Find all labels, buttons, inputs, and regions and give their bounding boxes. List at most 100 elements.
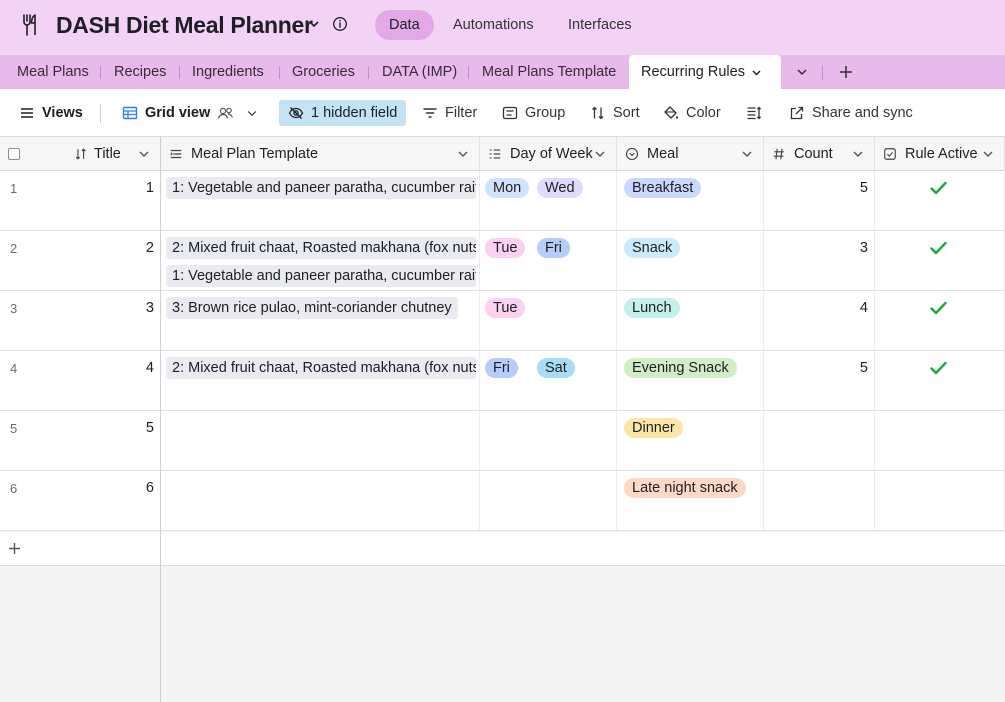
- toolbar-divider: [100, 104, 101, 123]
- cell-count[interactable]: 3: [764, 231, 875, 291]
- group-button[interactable]: Group: [502, 100, 565, 126]
- cell-day-of-week[interactable]: Tue Fri: [480, 231, 617, 291]
- cell-count[interactable]: 5: [764, 351, 875, 411]
- header-meal-plan-template[interactable]: Meal Plan Template: [161, 137, 480, 171]
- color-button[interactable]: Color: [663, 100, 721, 126]
- checkmark-icon[interactable]: [930, 301, 947, 315]
- checkmark-icon[interactable]: [930, 181, 947, 195]
- select-all-checkbox[interactable]: [8, 148, 20, 160]
- grid-view-button[interactable]: Grid view: [122, 100, 258, 126]
- cell-day-of-week[interactable]: [480, 471, 617, 531]
- cell-rule-active[interactable]: [875, 171, 1005, 231]
- filter-button[interactable]: Filter: [422, 100, 477, 126]
- sort-button[interactable]: Sort: [590, 100, 640, 126]
- cell-day-of-week[interactable]: [480, 411, 617, 471]
- cell-count[interactable]: 4: [764, 291, 875, 351]
- add-record-row[interactable]: [0, 532, 1005, 566]
- chevron-down-icon[interactable]: [246, 105, 258, 121]
- linked-record-chip[interactable]: 2: Mixed fruit chaat, Roasted makhana (f…: [166, 237, 476, 259]
- table-row[interactable]: 3 3 3: Brown rice pulao, mint-coriander ch…: [0, 291, 1005, 351]
- cell-meal-plan-template[interactable]: [161, 471, 480, 531]
- tab-data-imp[interactable]: DATA (IMP): [372, 55, 467, 89]
- linked-record-chip[interactable]: 1: Vegetable and paneer paratha, cucumbe…: [166, 177, 476, 199]
- header-meal[interactable]: Meal: [617, 137, 764, 171]
- table-row[interactable]: 1 1 1: Vegetable and paneer paratha, cucum…: [0, 171, 1005, 231]
- external-link-icon: [790, 106, 804, 120]
- chevron-down-icon[interactable]: [457, 148, 469, 160]
- table-row[interactable]: 5 5 Dinner: [0, 411, 1005, 471]
- tab-ingredients[interactable]: Ingredients: [182, 55, 274, 89]
- cell-meal[interactable]: Dinner: [617, 411, 764, 471]
- checkmark-icon[interactable]: [930, 361, 947, 375]
- cell-day-of-week[interactable]: Fri Sat: [480, 351, 617, 411]
- cell-meal-plan-template[interactable]: [161, 411, 480, 471]
- nav-data[interactable]: Data: [375, 10, 434, 40]
- cell-meal-plan-template[interactable]: 2: Mixed fruit chaat, Roasted makhana (f…: [161, 231, 480, 291]
- chevron-down-icon[interactable]: [852, 148, 864, 160]
- chevron-down-icon[interactable]: [751, 67, 762, 78]
- nav-automations[interactable]: Automations: [439, 10, 548, 40]
- plus-icon[interactable]: [8, 542, 21, 555]
- cell-rule-active[interactable]: [875, 291, 1005, 351]
- cell-day-of-week[interactable]: Tue: [480, 291, 617, 351]
- cell-title[interactable]: 44: [0, 351, 161, 411]
- tab-recipes[interactable]: Recipes: [104, 55, 176, 89]
- chevron-down-icon[interactable]: [138, 148, 150, 160]
- chevron-down-icon[interactable]: [594, 148, 606, 160]
- views-button[interactable]: Views: [19, 100, 83, 126]
- cell-count[interactable]: [764, 471, 875, 531]
- table-row[interactable]: 6 6 Late night snack: [0, 471, 1005, 531]
- cell-title[interactable]: 22: [0, 231, 161, 291]
- linked-record-chip[interactable]: 1: Vegetable and paneer paratha, cucumbe…: [166, 265, 476, 287]
- cell-title[interactable]: 66: [0, 471, 161, 531]
- filter-label: Filter: [445, 105, 478, 121]
- plus-icon[interactable]: [838, 64, 854, 80]
- checkmark-icon[interactable]: [930, 241, 947, 255]
- nav-interfaces[interactable]: Interfaces: [554, 10, 646, 40]
- cell-rule-active[interactable]: [875, 411, 1005, 471]
- cell-meal-plan-template[interactable]: 1: Vegetable and paneer paratha, cucumbe…: [161, 171, 480, 231]
- tab-recurring-rules[interactable]: Recurring Rules: [629, 55, 781, 89]
- linked-record-chip[interactable]: 2: Mixed fruit chaat, Roasted makhana (f…: [166, 357, 476, 379]
- day-pill: Sat: [537, 358, 575, 378]
- cell-meal-plan-template[interactable]: 3: Brown rice pulao, mint-coriander chut…: [161, 291, 480, 351]
- table-row[interactable]: 4 4 2: Mixed fruit chaat, Roasted makhana …: [0, 351, 1005, 411]
- cell-meal[interactable]: Snack: [617, 231, 764, 291]
- cell-title[interactable]: 55: [0, 411, 161, 471]
- share-sync-button[interactable]: Share and sync: [789, 100, 913, 126]
- cell-title[interactable]: 11: [0, 171, 161, 231]
- tab-meal-plans-template[interactable]: Meal Plans Template: [472, 55, 626, 89]
- base-title[interactable]: DASH Diet Meal Planner: [56, 12, 313, 39]
- cell-rule-active[interactable]: [875, 351, 1005, 411]
- chevron-down-icon[interactable]: [741, 148, 753, 160]
- cell-meal[interactable]: Lunch: [617, 291, 764, 351]
- cell-meal[interactable]: Late night snack: [617, 471, 764, 531]
- header-day-of-week[interactable]: Day of Week: [480, 137, 617, 171]
- title-value: 6: [145, 480, 154, 496]
- chevron-down-icon[interactable]: [795, 65, 809, 79]
- tab-meal-plans[interactable]: Meal Plans: [7, 55, 99, 89]
- cell-meal-plan-template[interactable]: 2: Mixed fruit chaat, Roasted makhana (f…: [161, 351, 480, 411]
- chevron-down-icon[interactable]: [307, 17, 321, 31]
- table-row[interactable]: 2 2 2: Mixed fruit chaat, Roasted makhana …: [0, 231, 1005, 291]
- header-title[interactable]: Title: [0, 137, 161, 171]
- info-icon[interactable]: [332, 16, 348, 32]
- hidden-fields-button[interactable]: 1 hidden field: [279, 100, 407, 126]
- cell-rule-active[interactable]: [875, 471, 1005, 531]
- utensils-icon[interactable]: [21, 14, 39, 36]
- cell-count[interactable]: 5: [764, 171, 875, 231]
- tab-groceries[interactable]: Groceries: [282, 55, 365, 89]
- cell-title[interactable]: 33: [0, 291, 161, 351]
- cell-rule-active[interactable]: [875, 231, 1005, 291]
- cell-count[interactable]: [764, 411, 875, 471]
- header-rule-active[interactable]: Rule Active: [875, 137, 1005, 171]
- cell-meal[interactable]: Evening Snack: [617, 351, 764, 411]
- color-label: Color: [686, 105, 721, 121]
- row-height-button[interactable]: [746, 100, 762, 126]
- chevron-down-icon[interactable]: [982, 148, 994, 160]
- grid-icon: [122, 106, 138, 120]
- cell-day-of-week[interactable]: Mon Wed: [480, 171, 617, 231]
- linked-record-chip[interactable]: 3: Brown rice pulao, mint-coriander chut…: [166, 297, 458, 319]
- cell-meal[interactable]: Breakfast: [617, 171, 764, 231]
- header-count[interactable]: Count: [764, 137, 875, 171]
